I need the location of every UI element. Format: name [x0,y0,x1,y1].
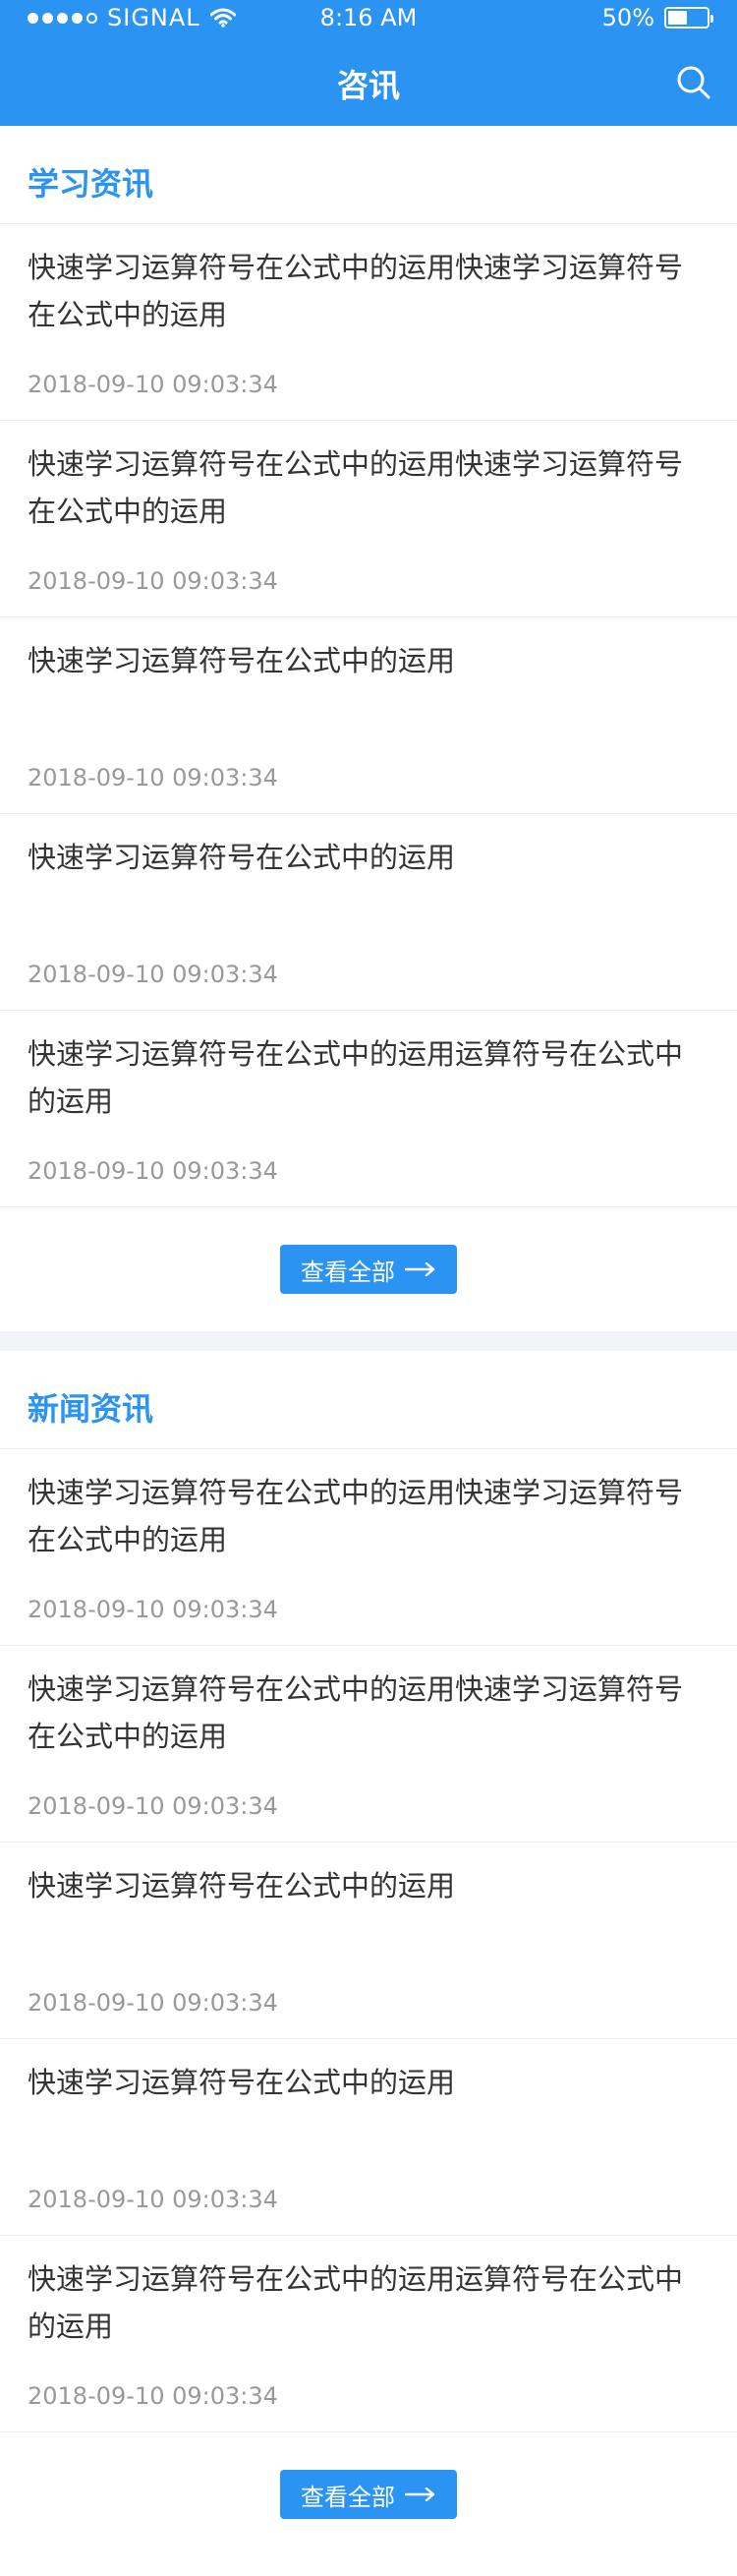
news-item[interactable]: 快速学习运算符号在公式中的运用 2018-09-10 09:03:34 [0,617,737,814]
battery-level-fill [668,11,687,25]
news-date: 2018-09-10 09:03:34 [28,567,278,595]
arrow-right-icon [405,2488,435,2501]
news-title: 快速学习运算符号在公式中的运用快速学习运算符号在公式中的运用 [28,251,684,331]
news-item[interactable]: 快速学习运算符号在公式中的运用 2018-09-10 09:03:34 [0,814,737,1011]
view-all-button[interactable]: 查看全部 [280,1245,457,1294]
news-title: 快速学习运算符号在公式中的运用 [28,644,456,677]
news-date: 2018-09-10 09:03:34 [28,1157,278,1185]
news-date: 2018-09-10 09:03:34 [28,961,278,988]
page-title: 咨讯 [336,67,400,104]
news-item[interactable]: 快速学习运算符号在公式中的运用快速学习运算符号在公式中的运用 2018-09-1… [0,421,737,617]
news-title: 快速学习运算符号在公式中的运用运算符号在公式中的运用 [28,2262,684,2343]
battery-percentage: 50% [601,4,654,31]
status-right: 50% [601,4,713,31]
news-title: 快速学习运算符号在公式中的运用 [28,841,456,874]
news-item[interactable]: 快速学习运算符号在公式中的运用运算符号在公式中的运用 2018-09-10 09… [0,1011,737,1207]
news-title: 快速学习运算符号在公式中的运用 [28,1869,456,1903]
news-list: 快速学习运算符号在公式中的运用快速学习运算符号在公式中的运用 2018-09-1… [0,1449,737,2432]
news-item[interactable]: 快速学习运算符号在公式中的运用 2018-09-10 09:03:34 [0,2039,737,2236]
view-all-label: 查看全部 [301,1258,395,1286]
news-title: 快速学习运算符号在公式中的运用 [28,2066,456,2099]
news-date: 2018-09-10 09:03:34 [28,2382,278,2410]
news-date: 2018-09-10 09:03:34 [28,371,278,398]
news-date: 2018-09-10 09:03:34 [28,1989,278,2017]
news-date: 2018-09-10 09:03:34 [28,2186,278,2213]
view-all-area: 查看全部 [0,1207,737,1331]
news-title: 快速学习运算符号在公式中的运用快速学习运算符号在公式中的运用 [28,1476,684,1556]
news-item[interactable]: 快速学习运算符号在公式中的运用 2018-09-10 09:03:34 [0,1843,737,2039]
search-icon [677,66,710,99]
view-all-area: 查看全部 [0,2432,737,2556]
news-date: 2018-09-10 09:03:34 [28,764,278,791]
news-item[interactable]: 快速学习运算符号在公式中的运用快速学习运算符号在公式中的运用 2018-09-1… [0,224,737,421]
section-title: 学习资讯 [28,165,154,203]
section-divider-band [0,1331,737,1351]
news-date: 2018-09-10 09:03:34 [28,1596,278,1623]
news-title: 快速学习运算符号在公式中的运用快速学习运算符号在公式中的运用 [28,447,684,528]
news-section: 学习资讯 快速学习运算符号在公式中的运用快速学习运算符号在公式中的运用 2018… [0,126,737,1331]
battery-icon [664,7,713,29]
news-item[interactable]: 快速学习运算符号在公式中的运用快速学习运算符号在公式中的运用 2018-09-1… [0,1646,737,1843]
news-item[interactable]: 快速学习运算符号在公式中的运用运算符号在公式中的运用 2018-09-10 09… [0,2236,737,2432]
news-list: 快速学习运算符号在公式中的运用快速学习运算符号在公式中的运用 2018-09-1… [0,224,737,1207]
news-section: 新闻资讯 快速学习运算符号在公式中的运用快速学习运算符号在公式中的运用 2018… [0,1351,737,2556]
news-title: 快速学习运算符号在公式中的运用运算符号在公式中的运用 [28,1037,684,1118]
view-all-button[interactable]: 查看全部 [280,2470,457,2519]
arrow-right-icon [405,1262,435,1276]
view-all-label: 查看全部 [301,2483,395,2511]
section-title: 新闻资讯 [28,1390,154,1428]
news-sections: 学习资讯 快速学习运算符号在公式中的运用快速学习运算符号在公式中的运用 2018… [0,126,737,2556]
status-bar: SIGNAL 8:16 AM 50% [0,0,737,39]
news-item[interactable]: 快速学习运算符号在公式中的运用快速学习运算符号在公式中的运用 2018-09-1… [0,1449,737,1646]
section-header: 学习资讯 [0,126,737,224]
news-date: 2018-09-10 09:03:34 [28,1792,278,1820]
section-header: 新闻资讯 [0,1351,737,1449]
app-header: SIGNAL 8:16 AM 50% 咨讯 [0,0,737,126]
news-title: 快速学习运算符号在公式中的运用快速学习运算符号在公式中的运用 [28,1672,684,1753]
search-button[interactable] [672,61,715,104]
